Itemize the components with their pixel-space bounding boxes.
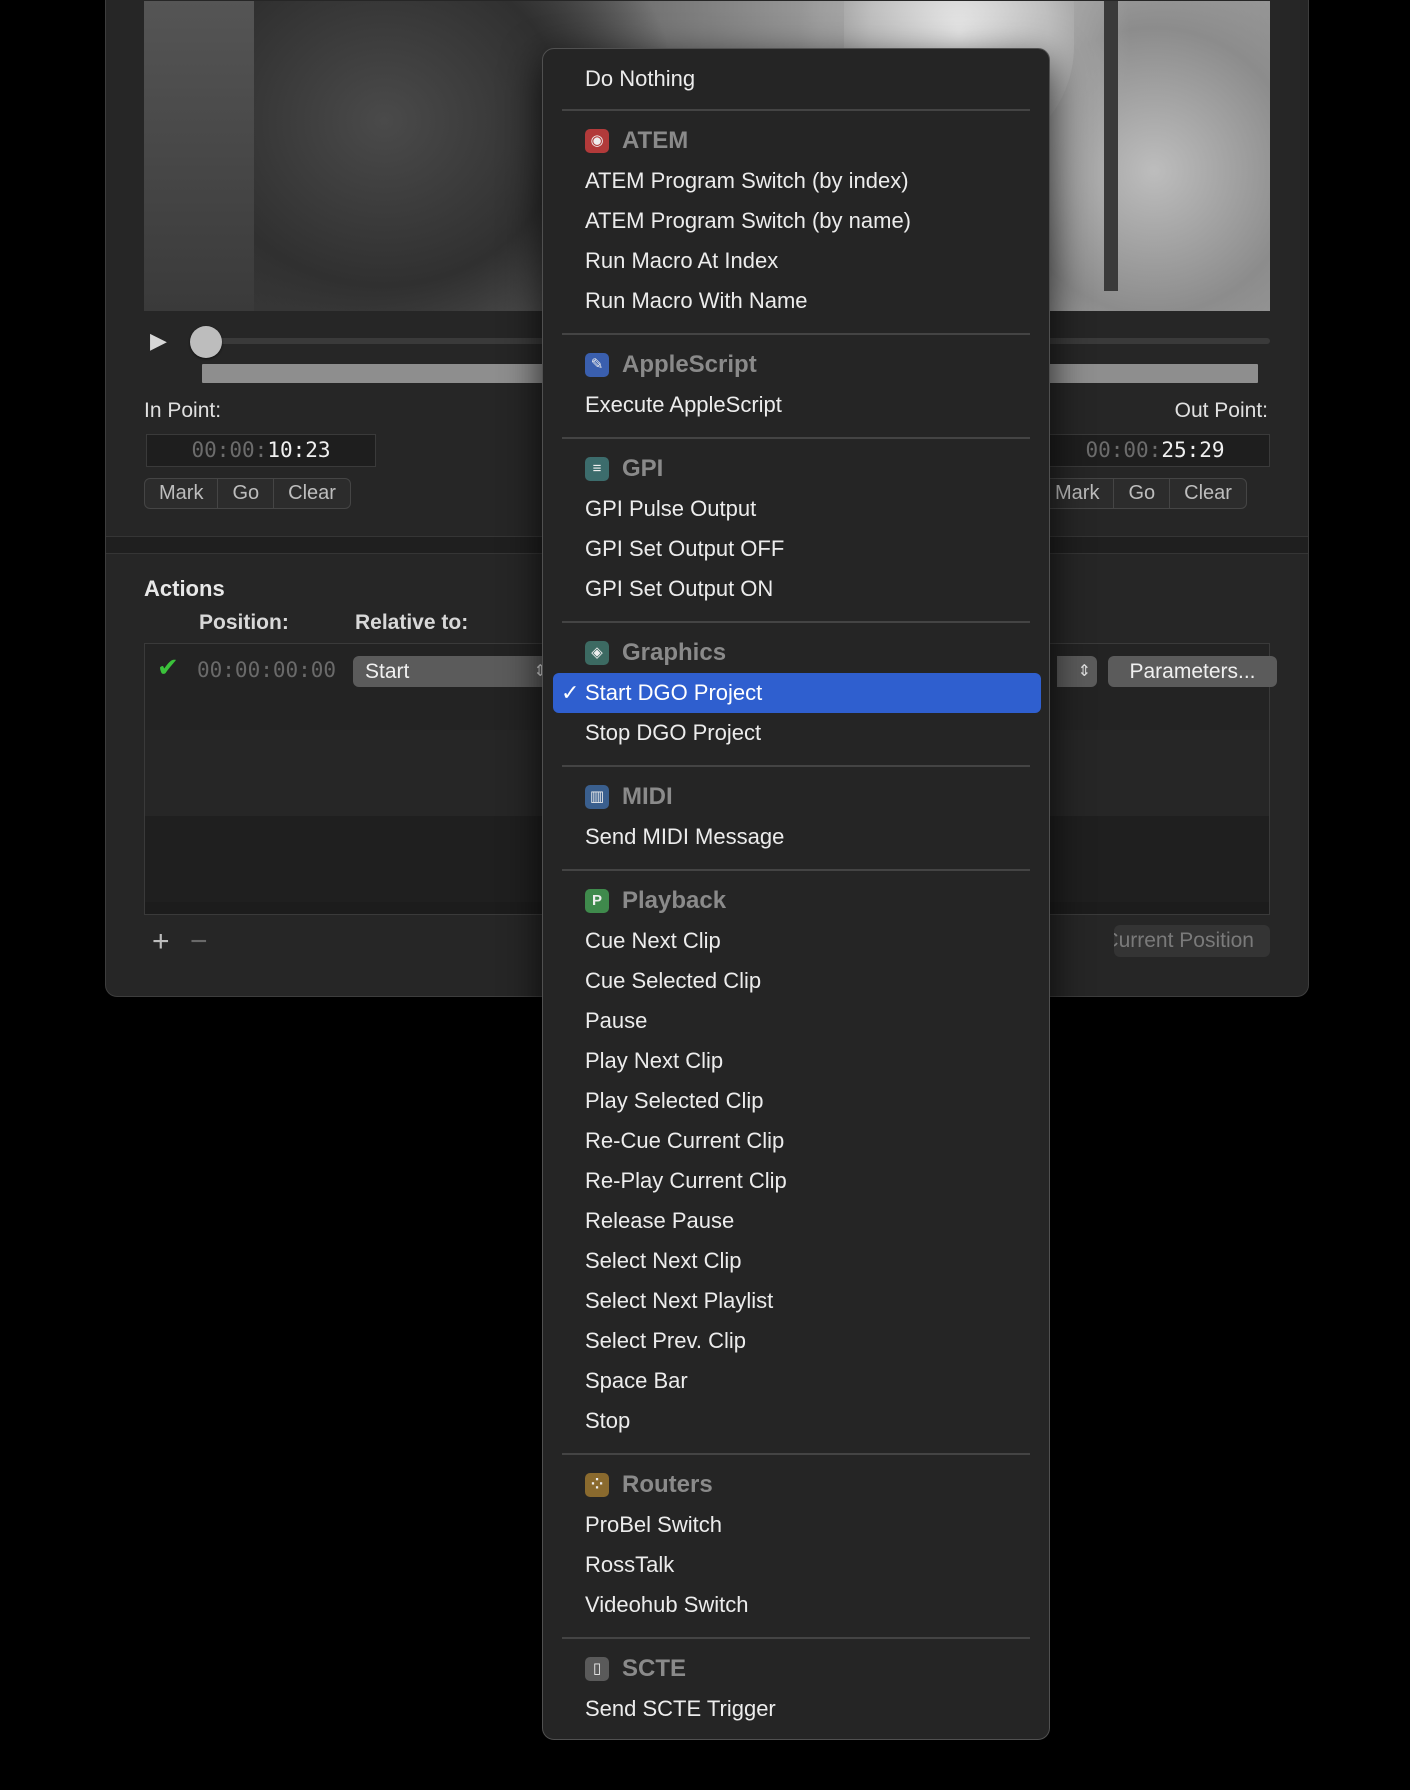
menu-item-run-macro-index[interactable]: Run Macro At Index (543, 241, 1049, 281)
applescript-icon: ✎ (585, 353, 609, 377)
in-mark-button[interactable]: Mark (145, 479, 217, 508)
menu-separator (562, 765, 1030, 767)
menu-separator (562, 869, 1030, 871)
menu-item-play-next-clip[interactable]: Play Next Clip (543, 1041, 1049, 1081)
out-mark-button[interactable]: Mark (1041, 479, 1113, 508)
menu-item-probel-switch[interactable]: ProBel Switch (543, 1505, 1049, 1545)
menu-separator (562, 109, 1030, 111)
menu-item-videohub-switch[interactable]: Videohub Switch (543, 1585, 1049, 1625)
menu-separator (562, 333, 1030, 335)
play-icon[interactable]: ▶ (150, 328, 176, 354)
menu-header-playback: P Playback (543, 881, 1049, 921)
menu-item-run-macro-name[interactable]: Run Macro With Name (543, 281, 1049, 321)
menu-item-atem-switch-name[interactable]: ATEM Program Switch (by name) (543, 201, 1049, 241)
out-point-timecode-field[interactable]: 00:00:25:29 (1040, 434, 1270, 467)
menu-item-select-prev-clip[interactable]: Select Prev. Clip (543, 1321, 1049, 1361)
gpi-toggle-icon: ≡ (585, 457, 609, 481)
out-clear-button[interactable]: Clear (1169, 479, 1246, 508)
atem-icon: ◉ (585, 129, 609, 153)
menu-item-play-selected-clip[interactable]: Play Selected Clip (543, 1081, 1049, 1121)
menu-item-pause[interactable]: Pause (543, 1001, 1049, 1041)
menu-separator (562, 1637, 1030, 1639)
menu-item-rosstalk[interactable]: RossTalk (543, 1545, 1049, 1585)
set-to-current-position-button[interactable]: To Current Position (1114, 925, 1270, 957)
menu-item-send-scte-trigger[interactable]: Send SCTE Trigger (543, 1689, 1049, 1729)
menu-separator (562, 1453, 1030, 1455)
menu-header-midi: ▥ MIDI (543, 777, 1049, 817)
menu-item-do-nothing[interactable]: Do Nothing (543, 59, 1049, 99)
menu-item-recue-current-clip[interactable]: Re-Cue Current Clip (543, 1121, 1049, 1161)
in-go-button[interactable]: Go (217, 479, 273, 508)
relative-to-popup[interactable]: Start ⇕ (353, 656, 553, 687)
relative-to-value: Start (365, 660, 410, 683)
menu-header-applescript: ✎ AppleScript (543, 345, 1049, 385)
menu-header-scte: ▯ SCTE (543, 1649, 1049, 1689)
routers-grid-icon: ⁘ (585, 1473, 609, 1497)
out-tc-prefix: 00:00: (1085, 438, 1162, 462)
midi-keyboard-icon: ▥ (585, 785, 609, 809)
in-point-label: In Point: (144, 399, 222, 422)
menu-header-routers: ⁘ Routers (543, 1465, 1049, 1505)
playback-p-icon: P (585, 889, 609, 913)
out-tc-value: 25:29 (1161, 438, 1225, 462)
out-point-controls: Mark Go Clear (1040, 478, 1247, 509)
scte-device-icon: ▯ (585, 1657, 609, 1681)
checkmark-icon: ✓ (561, 680, 580, 705)
menu-separator (562, 621, 1030, 623)
actions-title: Actions (144, 576, 225, 601)
menu-item-stop-dgo-project[interactable]: Stop DGO Project (543, 713, 1049, 753)
parameters-button[interactable]: Parameters... (1108, 656, 1277, 687)
add-action-button[interactable]: + (152, 925, 170, 959)
menu-item-atem-switch-index[interactable]: ATEM Program Switch (by index) (543, 161, 1049, 201)
menu-separator (562, 437, 1030, 439)
menu-header-atem: ◉ ATEM (543, 121, 1049, 161)
column-header-position: Position: (199, 611, 289, 634)
menu-item-start-dgo-project[interactable]: ✓ Start DGO Project (553, 673, 1041, 713)
menu-header-graphics: ◈ Graphics (543, 633, 1049, 673)
menu-header-gpi: ≡ GPI (543, 449, 1049, 489)
menu-item-select-next-clip[interactable]: Select Next Clip (543, 1241, 1049, 1281)
in-point-controls: Mark Go Clear (144, 478, 351, 509)
menu-item-cue-next-clip[interactable]: Cue Next Clip (543, 921, 1049, 961)
video-region-edge (1104, 1, 1118, 291)
menu-item-stop[interactable]: Stop (543, 1401, 1049, 1441)
action-type-menu: Do Nothing ◉ ATEM ATEM Program Switch (b… (542, 48, 1050, 1740)
graphics-layers-icon: ◈ (585, 641, 609, 665)
column-header-relative: Relative to: (355, 611, 469, 634)
out-point-label: Out Point: (1174, 399, 1268, 422)
menu-item-gpi-on[interactable]: GPI Set Output ON (543, 569, 1049, 609)
out-go-button[interactable]: Go (1113, 479, 1169, 508)
menu-item-select-next-playlist[interactable]: Select Next Playlist (543, 1281, 1049, 1321)
video-region-left (144, 1, 254, 311)
in-tc-value: 10:23 (267, 438, 331, 462)
in-clear-button[interactable]: Clear (273, 479, 350, 508)
menu-item-gpi-off[interactable]: GPI Set Output OFF (543, 529, 1049, 569)
menu-item-cue-selected-clip[interactable]: Cue Selected Clip (543, 961, 1049, 1001)
menu-item-space-bar[interactable]: Space Bar (543, 1361, 1049, 1401)
remove-action-button[interactable]: − (190, 925, 208, 959)
enabled-check-icon[interactable]: ✔ (157, 652, 179, 683)
action-popup-button[interactable]: ⇕ (1057, 656, 1097, 687)
in-tc-prefix: 00:00: (191, 438, 268, 462)
scrubber-knob[interactable] (190, 326, 222, 358)
menu-item-replay-current-clip[interactable]: Re-Play Current Clip (543, 1161, 1049, 1201)
in-point-timecode-field[interactable]: 00:00:10:23 (146, 434, 376, 467)
row-position-field[interactable]: 00:00:00:00 (197, 658, 336, 682)
menu-item-release-pause[interactable]: Release Pause (543, 1201, 1049, 1241)
menu-item-gpi-pulse[interactable]: GPI Pulse Output (543, 489, 1049, 529)
menu-item-send-midi[interactable]: Send MIDI Message (543, 817, 1049, 857)
menu-item-execute-applescript[interactable]: Execute AppleScript (543, 385, 1049, 425)
